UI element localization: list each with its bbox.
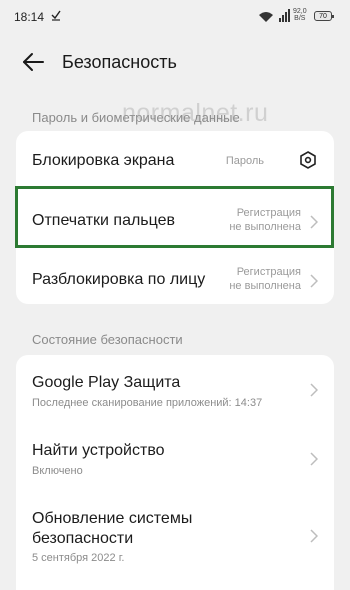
battery-icon: 70 [314, 11, 334, 21]
row-title-line1: Обновление системы [32, 510, 193, 527]
download-done-icon [51, 9, 61, 24]
row-title: Разблокировка по лицу [32, 271, 206, 288]
row-title: Блокировка экрана [32, 152, 175, 169]
settings-hex-icon[interactable] [298, 150, 318, 170]
row-value: Регистрация не выполнена [229, 206, 301, 234]
wifi-icon [258, 10, 274, 28]
network-speed-unit: B/S [294, 15, 306, 22]
row-screen-lock[interactable]: Блокировка экрана Пароль [16, 131, 334, 189]
row-face-unlock[interactable]: Разблокировка по лицу Регистрация не вып… [16, 247, 334, 304]
signal-icon [279, 9, 291, 27]
row-play-protect[interactable]: Google Play Защита Последнее сканировани… [16, 355, 334, 423]
row-title: Отпечатки пальцев [32, 212, 176, 229]
app-header: Безопасность [0, 40, 350, 86]
row-value: Регистрация не выполнена [229, 265, 301, 293]
row-value-line1: Регистрация [236, 266, 301, 278]
section-label-status: Состояние безопасности [32, 332, 183, 347]
network-speed: 92,0 B/S [293, 8, 307, 22]
row-subtitle: Последнее сканирование приложений: 14:37 [32, 397, 263, 409]
row-value-line1: Регистрация [236, 207, 301, 219]
status-card: Google Play Защита Последнее сканировани… [16, 355, 334, 590]
row-value-line2: не выполнена [229, 280, 301, 292]
page-title: Безопасность [62, 52, 177, 72]
network-speed-value: 92,0 [293, 8, 307, 15]
row-subtitle: Включено [32, 465, 83, 477]
chevron-right-icon [310, 383, 319, 397]
back-arrow-icon[interactable] [20, 50, 48, 74]
row-security-update[interactable]: Обновление системы безопасности 5 сентяб… [16, 491, 334, 590]
battery-level: 70 [319, 13, 327, 20]
row-fingerprints[interactable]: Отпечатки пальцев Регистрация не выполне… [16, 189, 334, 247]
password-card: Блокировка экрана Пароль Отпечатки пальц… [16, 131, 334, 304]
status-bar: 18:14 92,0 B/S 70 [0, 0, 350, 34]
chevron-right-icon [310, 274, 319, 288]
chevron-right-icon [310, 529, 319, 543]
row-value: Пароль [225, 155, 264, 167]
row-title-line2: безопасности [32, 530, 134, 547]
status-time: 18:14 [14, 10, 45, 24]
row-value-line2: не выполнена [229, 221, 301, 233]
section-label-password: Пароль и биометрические данные [32, 110, 240, 125]
row-title: Обновление системы безопасности [32, 509, 192, 549]
row-title: Найти устройство [32, 442, 165, 459]
row-subtitle: 5 сентября 2022 г. [32, 552, 125, 564]
chevron-right-icon [310, 452, 319, 466]
chevron-right-icon [310, 215, 319, 229]
row-find-device[interactable]: Найти устройство Включено [16, 423, 334, 491]
row-title: Google Play Защита [32, 374, 181, 391]
